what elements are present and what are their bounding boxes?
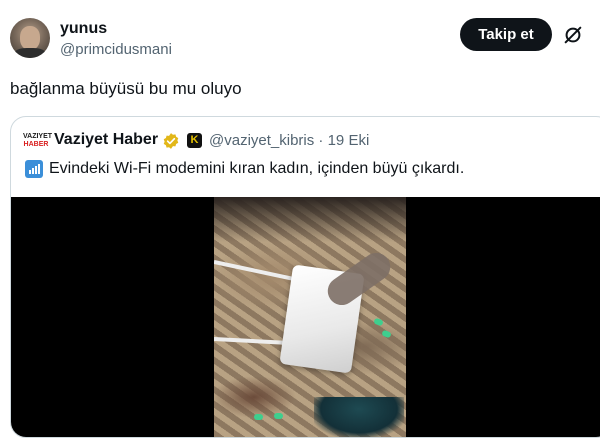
signal-bars-icon — [25, 160, 43, 178]
nail — [381, 329, 392, 339]
video-shadow — [214, 197, 406, 242]
avatar[interactable] — [10, 18, 50, 58]
verified-badge-icon — [163, 133, 179, 149]
vaziyet-haber-logo[interactable]: VAZIYET HABER — [23, 133, 53, 151]
video-frame — [214, 197, 406, 437]
antenna-cable — [214, 337, 292, 346]
affiliate-badge-icon: K — [187, 133, 202, 148]
avatar-shirt — [14, 48, 46, 58]
grok-icon[interactable] — [562, 24, 584, 46]
user-name[interactable]: yunus — [60, 20, 107, 38]
tweet-text: bağlanma büyüsü bu mu oluyo — [10, 79, 242, 98]
avatar-face — [20, 26, 40, 50]
quoted-author-name[interactable]: Vaziyet Haber — [54, 131, 158, 149]
nail — [254, 414, 263, 420]
follow-button[interactable]: Takip et — [460, 18, 552, 51]
quoted-video[interactable] — [11, 197, 600, 437]
rug-pattern — [314, 397, 404, 437]
antenna-cable — [214, 260, 298, 282]
user-handle[interactable]: @primcidusmani — [60, 41, 172, 58]
logo-line-2: HABER — [23, 141, 49, 148]
quoted-tweet-card[interactable]: VAZIYET HABER Vaziyet Haber K @vaziyet_k… — [10, 116, 600, 438]
logo-line-1: VAZIYET — [23, 133, 53, 140]
nail — [373, 317, 384, 327]
nail — [274, 413, 283, 419]
quoted-handle-date[interactable]: @vaziyet_kibris · 19 Eki — [209, 132, 369, 149]
quoted-tweet-text: Evindeki Wi-Fi modemini kıran kadın, içi… — [49, 160, 465, 177]
